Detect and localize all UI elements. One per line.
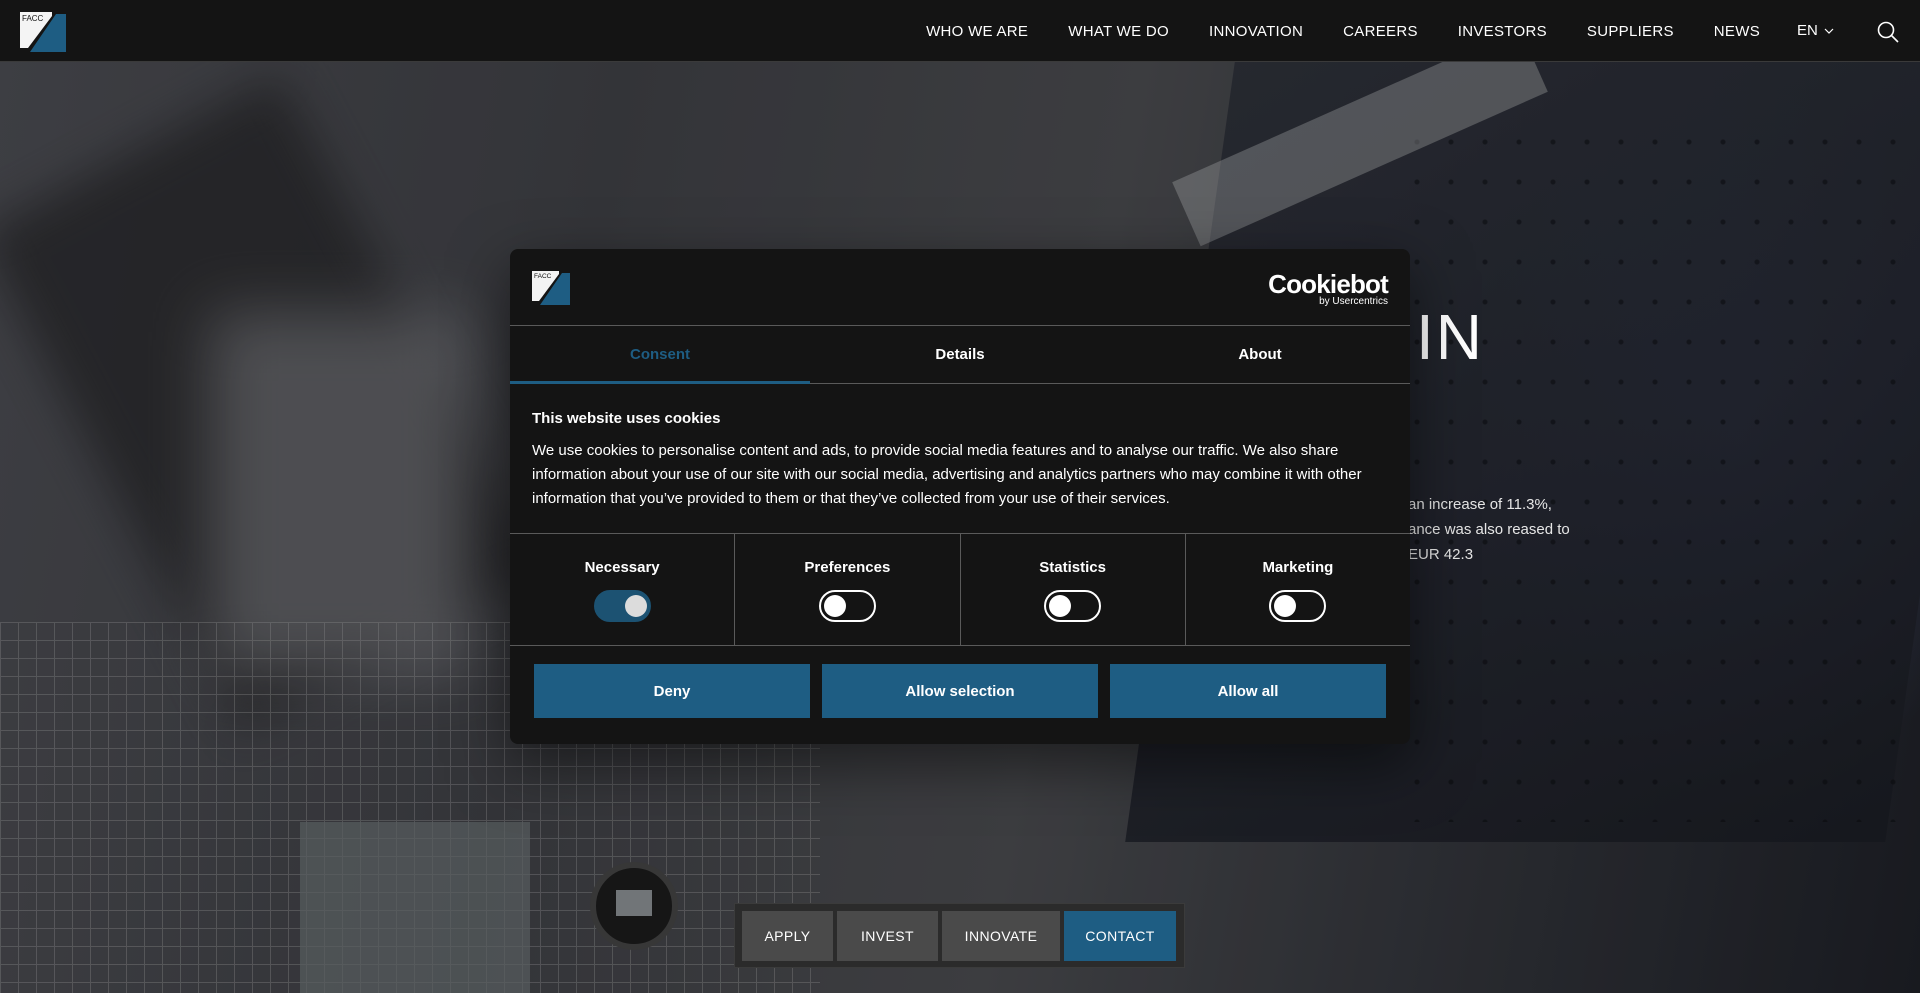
facc-logo: FACC — [532, 271, 570, 305]
toggle-knob — [1049, 595, 1072, 617]
deny-button[interactable]: Deny — [534, 664, 810, 718]
cookiebot-name: Cookiebot — [1268, 269, 1389, 299]
nav-who-we-are[interactable]: WHO WE ARE — [926, 23, 1028, 40]
tab-details[interactable]: Details — [810, 326, 1110, 383]
tab-about[interactable]: About — [1110, 326, 1410, 383]
site-header: FACC WHO WE ARE WHAT WE DO INNOVATION CA… — [0, 0, 1920, 62]
dialog-heading: This website uses cookies — [532, 410, 721, 427]
toggle-label: Necessary — [584, 559, 660, 576]
nav-what-we-do[interactable]: WHAT WE DO — [1068, 23, 1169, 40]
toggle-preferences-group: Preferences — [735, 534, 961, 645]
statistics-toggle[interactable] — [1044, 590, 1102, 622]
apply-button[interactable]: APPLY — [742, 910, 833, 961]
invest-button[interactable]: INVEST — [837, 910, 938, 961]
toggle-knob — [624, 595, 647, 617]
toggle-label: Statistics — [1039, 559, 1106, 576]
dialog-logo-text: FACC — [534, 273, 552, 280]
necessary-toggle[interactable] — [593, 590, 651, 622]
toggle-label: Marketing — [1262, 559, 1334, 576]
hero-title: IN — [1416, 301, 1484, 373]
language-label: EN — [1797, 22, 1818, 39]
logo-text: FACC — [22, 14, 44, 23]
toggle-knob — [823, 595, 846, 617]
search-icon[interactable] — [1876, 20, 1900, 44]
dialog-tabs: Consent Details About — [510, 326, 1410, 384]
cookiebot-logo[interactable]: Cookiebot by Usercentrics — [1268, 269, 1389, 307]
toggle-label: Preferences — [804, 559, 891, 576]
nav-investors[interactable]: INVESTORS — [1458, 23, 1547, 40]
dialog-description: We use cookies to personalise content an… — [532, 442, 1362, 507]
cookie-consent-dialog: FACC Cookiebot by Usercentrics Consent D… — [510, 249, 1410, 744]
contact-button[interactable]: CONTACT — [1064, 910, 1176, 961]
consent-toggles: Necessary Preferences Statistics Marketi… — [510, 533, 1410, 646]
dialog-header: FACC Cookiebot by Usercentrics — [510, 249, 1410, 326]
nav-suppliers[interactable]: SUPPLIERS — [1587, 23, 1674, 40]
cta-bar: APPLY INVEST INNOVATE CONTACT — [734, 903, 1185, 968]
hero-text: an increase of 11.3%, ance was also reas… — [1408, 496, 1570, 563]
marketing-toggle[interactable] — [1269, 590, 1327, 622]
allow-all-button[interactable]: Allow all — [1110, 664, 1386, 718]
nav-careers[interactable]: CAREERS — [1343, 23, 1418, 40]
innovate-button[interactable]: INNOVATE — [942, 910, 1060, 961]
nav-innovation[interactable]: INNOVATION — [1209, 23, 1303, 40]
toggle-necessary-group: Necessary — [510, 534, 736, 645]
dialog-body: This website uses cookies We use cookies… — [510, 384, 1410, 533]
main-nav: WHO WE ARE WHAT WE DO INNOVATION CAREERS… — [926, 0, 1760, 62]
toggle-marketing-group: Marketing — [1186, 534, 1410, 645]
language-selector[interactable]: EN — [1797, 22, 1834, 39]
toggle-knob — [1274, 595, 1297, 617]
preferences-toggle[interactable] — [818, 590, 876, 622]
tab-consent[interactable]: Consent — [510, 326, 810, 384]
allow-selection-button[interactable]: Allow selection — [822, 664, 1098, 718]
chevron-down-icon — [1824, 28, 1834, 34]
toggle-statistics-group: Statistics — [961, 534, 1186, 645]
facc-logo[interactable]: FACC — [20, 12, 66, 52]
dialog-buttons: Deny Allow selection Allow all — [510, 646, 1410, 718]
nav-news[interactable]: NEWS — [1714, 23, 1760, 40]
